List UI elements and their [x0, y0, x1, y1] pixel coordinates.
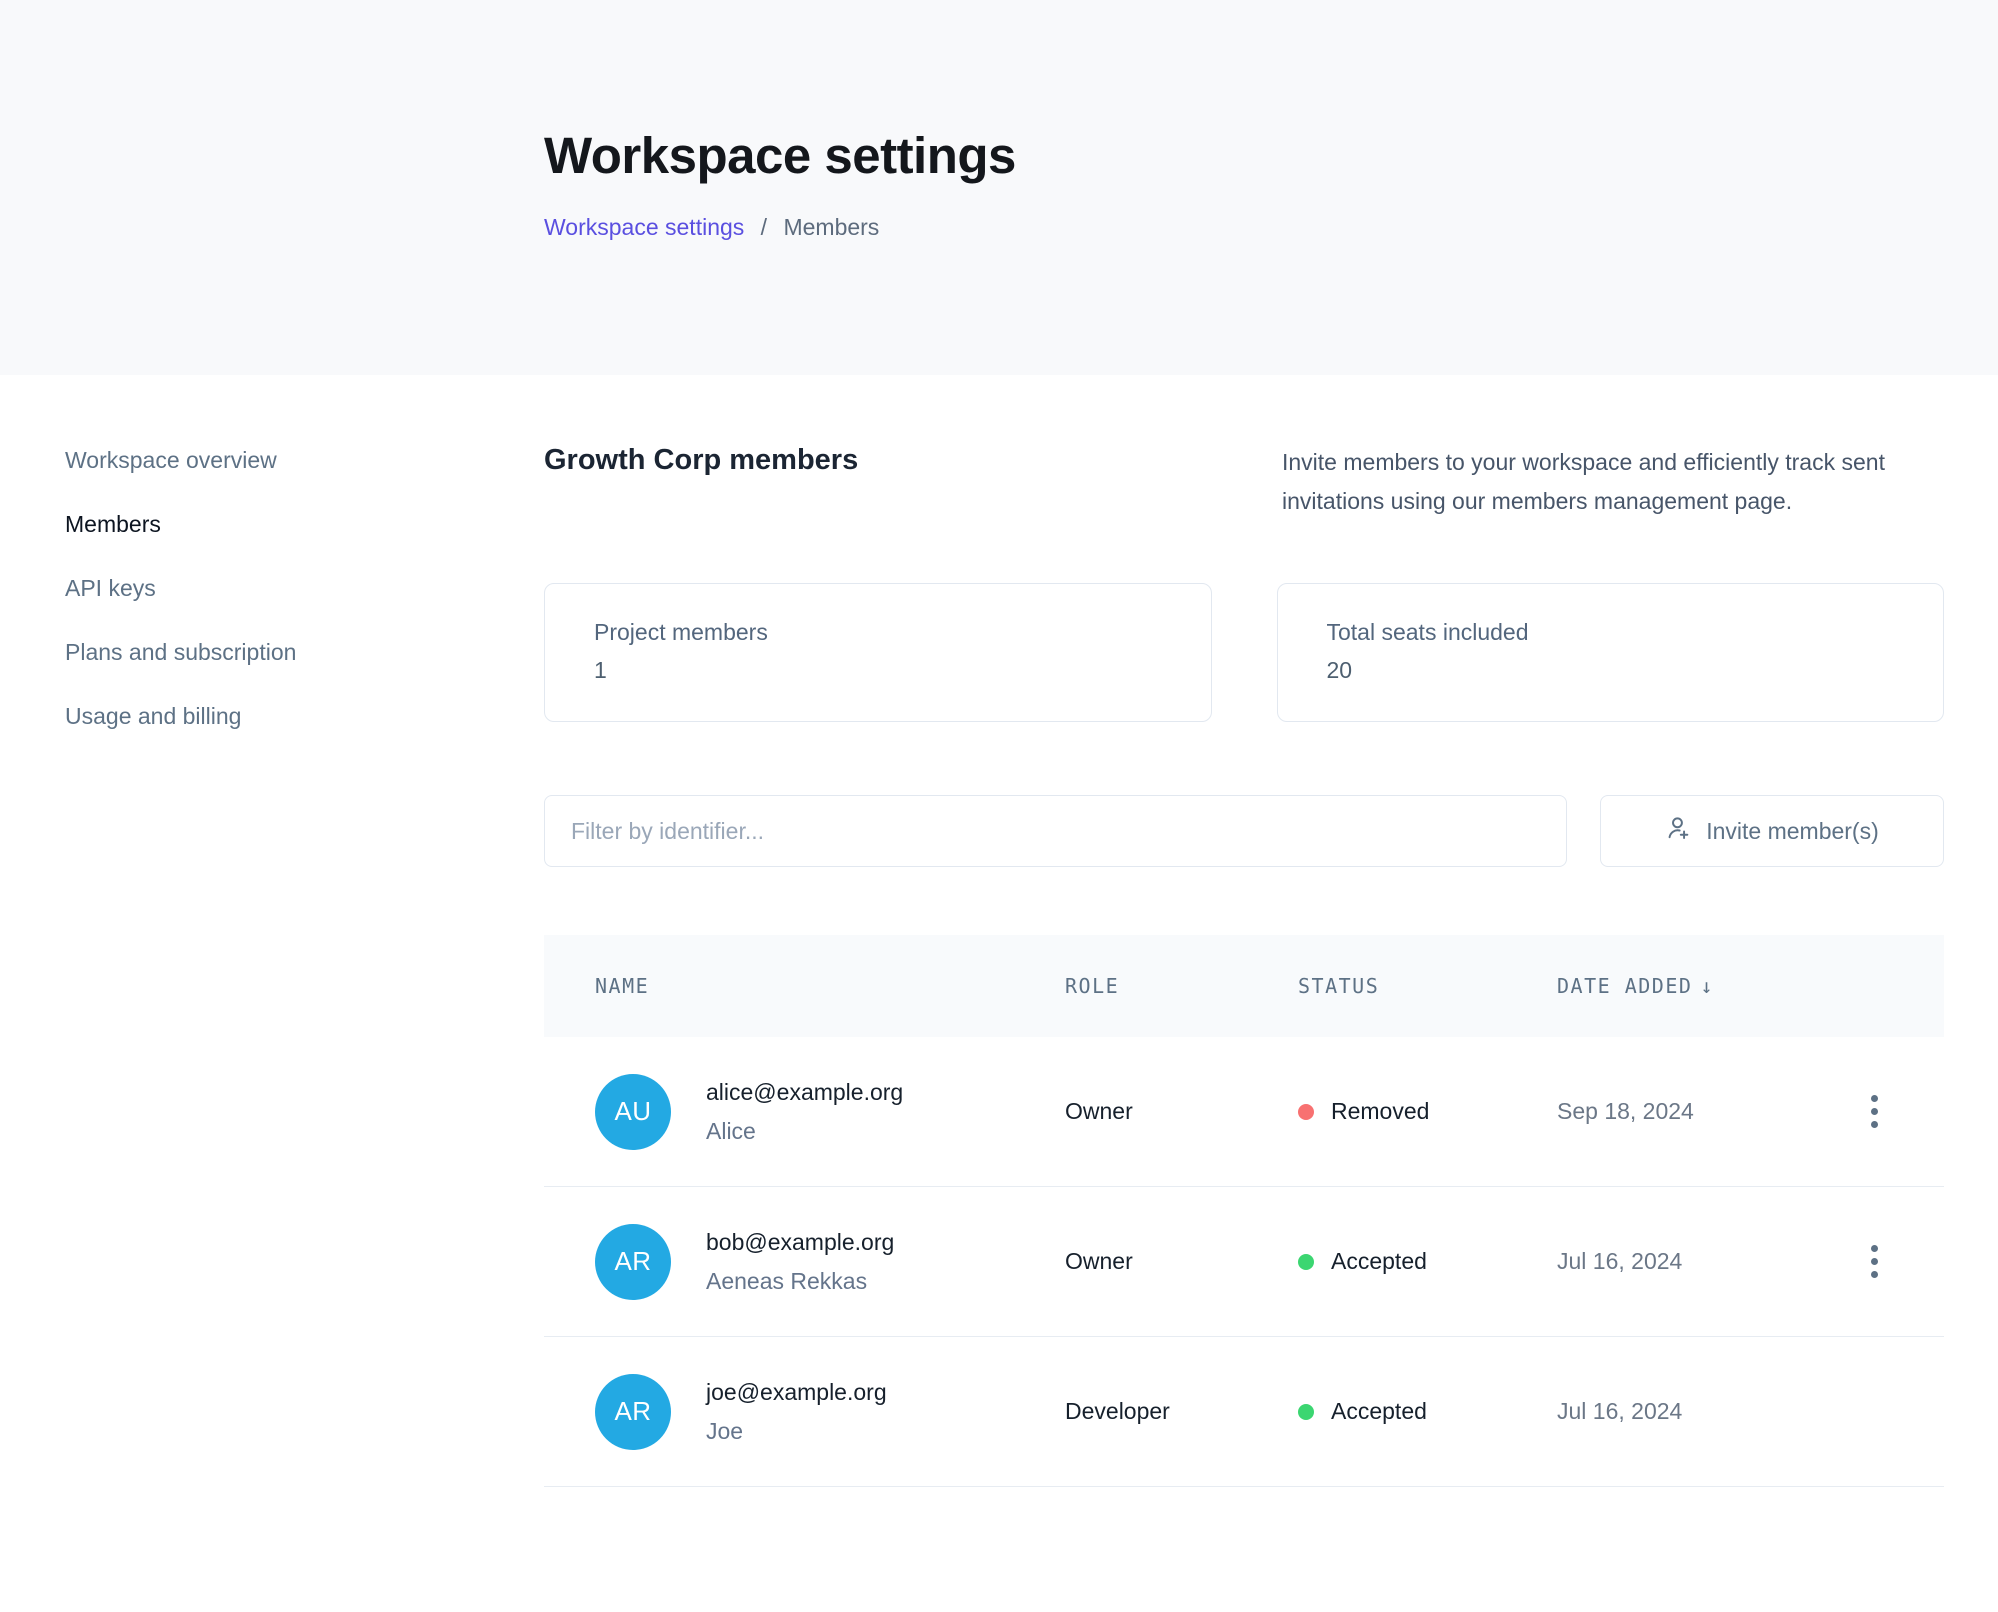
row-actions-menu-icon[interactable]: [1865, 1239, 1884, 1284]
member-identity: AR joe@example.org Joe: [595, 1374, 1065, 1450]
sort-desc-icon: ↓: [1700, 974, 1714, 998]
content-area: Workspace overview Members API keys Plan…: [0, 375, 1998, 1487]
person-plus-icon: [1665, 815, 1691, 847]
settings-sidebar: Workspace overview Members API keys Plan…: [65, 443, 544, 1487]
member-name: Aeneas Rekkas: [706, 1268, 894, 1295]
stat-value: 20: [1327, 657, 1895, 684]
stat-card-total-seats: Total seats included 20: [1277, 583, 1945, 722]
member-name: Joe: [706, 1418, 887, 1445]
member-email: alice@example.org: [706, 1079, 903, 1106]
member-identity: AR bob@example.org Aeneas Rekkas: [595, 1224, 1065, 1300]
member-date-added: Jul 16, 2024: [1557, 1398, 1844, 1425]
stat-value: 1: [594, 657, 1162, 684]
section-heading: Growth Corp members: [544, 443, 858, 477]
table-row: AR joe@example.org Joe Developer Accepte…: [544, 1337, 1944, 1487]
sidebar-item-plans-and-subscription[interactable]: Plans and subscription: [65, 641, 544, 664]
sidebar-item-workspace-overview[interactable]: Workspace overview: [65, 449, 544, 472]
sidebar-item-api-keys[interactable]: API keys: [65, 577, 544, 600]
column-header-name: NAME: [595, 974, 1065, 998]
avatar: AR: [595, 1374, 671, 1450]
member-role: Developer: [1065, 1398, 1298, 1425]
breadcrumb-current: Members: [783, 214, 879, 240]
invite-members-button[interactable]: Invite member(s): [1600, 795, 1944, 867]
table-toolbar: Invite member(s): [544, 795, 1944, 867]
status-dot-accepted: [1298, 1404, 1314, 1420]
stat-label: Project members: [594, 619, 1162, 646]
stats-row: Project members 1 Total seats included 2…: [544, 583, 1944, 722]
page-header: Workspace settings Workspace settings / …: [0, 0, 1998, 375]
status-dot-accepted: [1298, 1254, 1314, 1270]
sidebar-item-usage-and-billing[interactable]: Usage and billing: [65, 705, 544, 728]
stat-label: Total seats included: [1327, 619, 1895, 646]
member-status: Accepted: [1298, 1398, 1557, 1425]
column-header-role: ROLE: [1065, 974, 1298, 998]
breadcrumb-link-workspace-settings[interactable]: Workspace settings: [544, 214, 744, 240]
row-actions-menu-icon[interactable]: [1865, 1089, 1884, 1134]
page-title: Workspace settings: [544, 130, 1998, 181]
member-date-added: Jul 16, 2024: [1557, 1248, 1844, 1275]
member-email: joe@example.org: [706, 1379, 887, 1406]
table-row: AR bob@example.org Aeneas Rekkas Owner A…: [544, 1187, 1944, 1337]
member-status: Accepted: [1298, 1248, 1557, 1275]
table-header-row: NAME ROLE STATUS DATE ADDED↓: [544, 935, 1944, 1037]
column-header-date-added[interactable]: DATE ADDED↓: [1557, 974, 1844, 998]
member-date-added: Sep 18, 2024: [1557, 1098, 1844, 1125]
stat-card-project-members: Project members 1: [544, 583, 1212, 722]
members-table: NAME ROLE STATUS DATE ADDED↓ AU alice@ex…: [544, 935, 1944, 1487]
invite-members-label: Invite member(s): [1706, 818, 1879, 845]
member-role: Owner: [1065, 1248, 1298, 1275]
status-dot-removed: [1298, 1104, 1314, 1120]
member-name: Alice: [706, 1118, 903, 1145]
column-header-status: STATUS: [1298, 974, 1557, 998]
member-identity: AU alice@example.org Alice: [595, 1074, 1065, 1150]
sidebar-item-members[interactable]: Members: [65, 513, 544, 536]
breadcrumb: Workspace settings / Members: [544, 214, 1998, 241]
member-role: Owner: [1065, 1098, 1298, 1125]
table-row: AU alice@example.org Alice Owner Removed…: [544, 1037, 1944, 1187]
members-panel: Growth Corp members Invite members to yo…: [544, 443, 1944, 1487]
breadcrumb-separator: /: [761, 214, 767, 240]
avatar: AR: [595, 1224, 671, 1300]
member-email: bob@example.org: [706, 1229, 894, 1256]
member-status: Removed: [1298, 1098, 1557, 1125]
avatar: AU: [595, 1074, 671, 1150]
section-description: Invite members to your workspace and eff…: [1282, 443, 1944, 521]
filter-input[interactable]: [544, 795, 1567, 867]
